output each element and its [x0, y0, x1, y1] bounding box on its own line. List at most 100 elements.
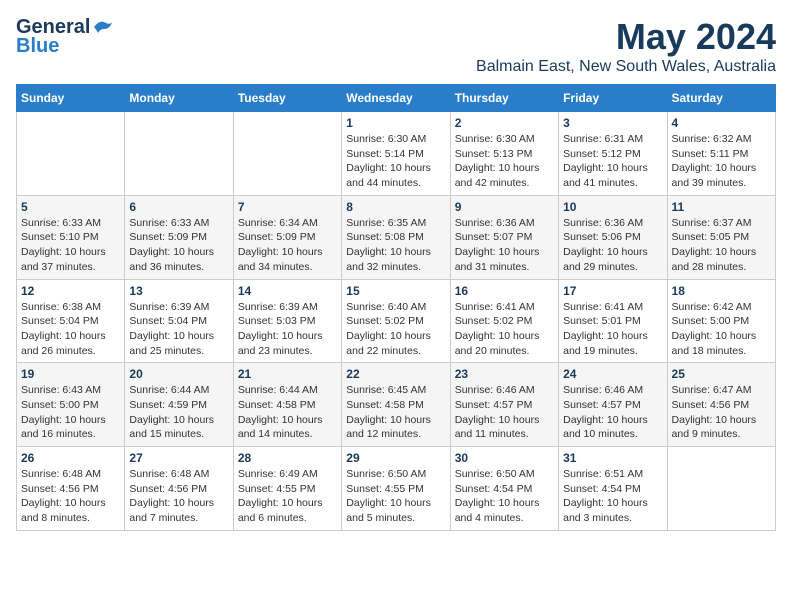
day-info: Sunrise: 6:30 AM Sunset: 5:14 PM Dayligh… [346, 132, 445, 191]
calendar-cell: 28Sunrise: 6:49 AM Sunset: 4:55 PM Dayli… [233, 447, 341, 531]
day-info: Sunrise: 6:48 AM Sunset: 4:56 PM Dayligh… [21, 467, 120, 526]
day-info: Sunrise: 6:31 AM Sunset: 5:12 PM Dayligh… [563, 132, 662, 191]
calendar-cell [17, 112, 125, 196]
calendar-cell: 30 Sunrise: 6:50 AM Sunset: 4:54 PM Dayli… [450, 447, 558, 531]
page-title: May 2024 [476, 16, 776, 58]
day-number: 10 [563, 200, 662, 214]
calendar-cell: 5 Sunrise: 6:33 AM Sunset: 5:10 PM Daylig… [17, 195, 125, 279]
day-info: Sunrise: 6:40 AM Sunset: 5:02 PM Dayligh… [346, 300, 445, 359]
day-info: Sunrise: 6:47 AM Sunset: 4:56 PM Dayligh… [672, 383, 771, 442]
day-info: Sunrise: 6:44 AM Sunset: 4:58 PM Dayligh… [238, 383, 337, 442]
calendar-cell: 2 Sunrise: 6:30 AM Sunset: 5:13 PM Daylig… [450, 112, 558, 196]
day-info: Sunrise: 6:39 AM Sunset: 5:03 PM Dayligh… [238, 300, 337, 359]
calendar-cell: 6Sunrise: 6:33 AM Sunset: 5:09 PM Daylig… [125, 195, 233, 279]
day-info: Sunrise: 6:41 AM Sunset: 5:02 PM Dayligh… [455, 300, 554, 359]
day-number: 14 [238, 284, 337, 298]
calendar-day-header: Thursday [450, 85, 558, 112]
calendar-cell [233, 112, 341, 196]
calendar-cell: 21 Sunrise: 6:44 AM Sunset: 4:58 PM Dayli… [233, 363, 341, 447]
day-number: 31 [563, 451, 662, 465]
calendar-cell: 19 Sunrise: 6:43 AM Sunset: 5:00 PM Dayli… [17, 363, 125, 447]
calendar-cell [125, 112, 233, 196]
day-number: 4 [672, 116, 771, 130]
calendar-cell: 8Sunrise: 6:35 AM Sunset: 5:08 PM Daylig… [342, 195, 450, 279]
day-number: 16 [455, 284, 554, 298]
calendar-table: SundayMondayTuesdayWednesdayThursdayFrid… [16, 84, 776, 531]
calendar-week-row: 12 Sunrise: 6:38 AM Sunset: 5:04 PM Dayli… [17, 279, 776, 363]
calendar-cell: 29 Sunrise: 6:50 AM Sunset: 4:55 PM Dayli… [342, 447, 450, 531]
day-info: Sunrise: 6:38 AM Sunset: 5:04 PM Dayligh… [21, 300, 120, 359]
calendar-day-header: Wednesday [342, 85, 450, 112]
logo-bird-icon [92, 19, 114, 37]
calendar-cell: 1 Sunrise: 6:30 AM Sunset: 5:14 PM Daylig… [342, 112, 450, 196]
day-number: 17 [563, 284, 662, 298]
day-number: 24 [563, 367, 662, 381]
logo-blue: Blue [16, 35, 59, 58]
day-info: Sunrise: 6:41 AM Sunset: 5:01 PM Dayligh… [563, 300, 662, 359]
day-info: Sunrise: 6:46 AM Sunset: 4:57 PM Dayligh… [563, 383, 662, 442]
day-number: 13 [129, 284, 228, 298]
day-info: Sunrise: 6:30 AM Sunset: 5:13 PM Dayligh… [455, 132, 554, 191]
calendar-cell: 25 Sunrise: 6:47 AM Sunset: 4:56 PM Dayli… [667, 363, 775, 447]
calendar-week-row: 26Sunrise: 6:48 AM Sunset: 4:56 PM Dayli… [17, 447, 776, 531]
calendar-cell: 13 Sunrise: 6:39 AM Sunset: 5:04 PM Dayli… [125, 279, 233, 363]
day-number: 20 [129, 367, 228, 381]
day-info: Sunrise: 6:36 AM Sunset: 5:07 PM Dayligh… [455, 216, 554, 275]
day-info: Sunrise: 6:46 AM Sunset: 4:57 PM Dayligh… [455, 383, 554, 442]
day-number: 9 [455, 200, 554, 214]
day-info: Sunrise: 6:36 AM Sunset: 5:06 PM Dayligh… [563, 216, 662, 275]
calendar-cell: 16 Sunrise: 6:41 AM Sunset: 5:02 PM Dayli… [450, 279, 558, 363]
day-number: 2 [455, 116, 554, 130]
day-info: Sunrise: 6:43 AM Sunset: 5:00 PM Dayligh… [21, 383, 120, 442]
calendar-cell: 18Sunrise: 6:42 AM Sunset: 5:00 PM Dayli… [667, 279, 775, 363]
calendar-cell: 7Sunrise: 6:34 AM Sunset: 5:09 PM Daylig… [233, 195, 341, 279]
calendar-cell: 15 Sunrise: 6:40 AM Sunset: 5:02 PM Dayli… [342, 279, 450, 363]
day-info: Sunrise: 6:51 AM Sunset: 4:54 PM Dayligh… [563, 467, 662, 526]
day-info: Sunrise: 6:45 AM Sunset: 4:58 PM Dayligh… [346, 383, 445, 442]
calendar-week-row: 1 Sunrise: 6:30 AM Sunset: 5:14 PM Daylig… [17, 112, 776, 196]
page-subtitle: Balmain East, New South Wales, Australia [476, 58, 776, 76]
calendar-cell: 3Sunrise: 6:31 AM Sunset: 5:12 PM Daylig… [559, 112, 667, 196]
calendar-cell: 20 Sunrise: 6:44 AM Sunset: 4:59 PM Dayli… [125, 363, 233, 447]
day-number: 27 [129, 451, 228, 465]
day-number: 5 [21, 200, 120, 214]
day-number: 15 [346, 284, 445, 298]
day-info: Sunrise: 6:34 AM Sunset: 5:09 PM Dayligh… [238, 216, 337, 275]
day-number: 25 [672, 367, 771, 381]
calendar-cell: 23Sunrise: 6:46 AM Sunset: 4:57 PM Dayli… [450, 363, 558, 447]
calendar-cell: 12 Sunrise: 6:38 AM Sunset: 5:04 PM Dayli… [17, 279, 125, 363]
calendar-cell: 17 Sunrise: 6:41 AM Sunset: 5:01 PM Dayli… [559, 279, 667, 363]
calendar-week-row: 19 Sunrise: 6:43 AM Sunset: 5:00 PM Dayli… [17, 363, 776, 447]
day-info: Sunrise: 6:50 AM Sunset: 4:54 PM Dayligh… [455, 467, 554, 526]
day-number: 11 [672, 200, 771, 214]
calendar-cell: 27Sunrise: 6:48 AM Sunset: 4:56 PM Dayli… [125, 447, 233, 531]
day-number: 21 [238, 367, 337, 381]
day-number: 18 [672, 284, 771, 298]
day-info: Sunrise: 6:39 AM Sunset: 5:04 PM Dayligh… [129, 300, 228, 359]
day-number: 29 [346, 451, 445, 465]
calendar-cell: 22Sunrise: 6:45 AM Sunset: 4:58 PM Dayli… [342, 363, 450, 447]
day-number: 19 [21, 367, 120, 381]
page-header: General Blue May 2024 Balmain East, New … [16, 16, 776, 76]
calendar-cell: 10 Sunrise: 6:36 AM Sunset: 5:06 PM Dayli… [559, 195, 667, 279]
day-info: Sunrise: 6:33 AM Sunset: 5:09 PM Dayligh… [129, 216, 228, 275]
calendar-cell: 14 Sunrise: 6:39 AM Sunset: 5:03 PM Dayli… [233, 279, 341, 363]
day-number: 1 [346, 116, 445, 130]
day-number: 8 [346, 200, 445, 214]
title-block: May 2024 Balmain East, New South Wales, … [476, 16, 776, 76]
calendar-cell: 4 Sunrise: 6:32 AM Sunset: 5:11 PM Daylig… [667, 112, 775, 196]
calendar-day-header: Saturday [667, 85, 775, 112]
day-info: Sunrise: 6:50 AM Sunset: 4:55 PM Dayligh… [346, 467, 445, 526]
day-info: Sunrise: 6:33 AM Sunset: 5:10 PM Dayligh… [21, 216, 120, 275]
day-number: 12 [21, 284, 120, 298]
calendar-day-header: Tuesday [233, 85, 341, 112]
day-number: 30 [455, 451, 554, 465]
day-info: Sunrise: 6:37 AM Sunset: 5:05 PM Dayligh… [672, 216, 771, 275]
calendar-cell: 11 Sunrise: 6:37 AM Sunset: 5:05 PM Dayli… [667, 195, 775, 279]
calendar-day-header: Sunday [17, 85, 125, 112]
calendar-cell: 24 Sunrise: 6:46 AM Sunset: 4:57 PM Dayli… [559, 363, 667, 447]
calendar-cell [667, 447, 775, 531]
calendar-cell: 26Sunrise: 6:48 AM Sunset: 4:56 PM Dayli… [17, 447, 125, 531]
day-info: Sunrise: 6:32 AM Sunset: 5:11 PM Dayligh… [672, 132, 771, 191]
day-info: Sunrise: 6:44 AM Sunset: 4:59 PM Dayligh… [129, 383, 228, 442]
